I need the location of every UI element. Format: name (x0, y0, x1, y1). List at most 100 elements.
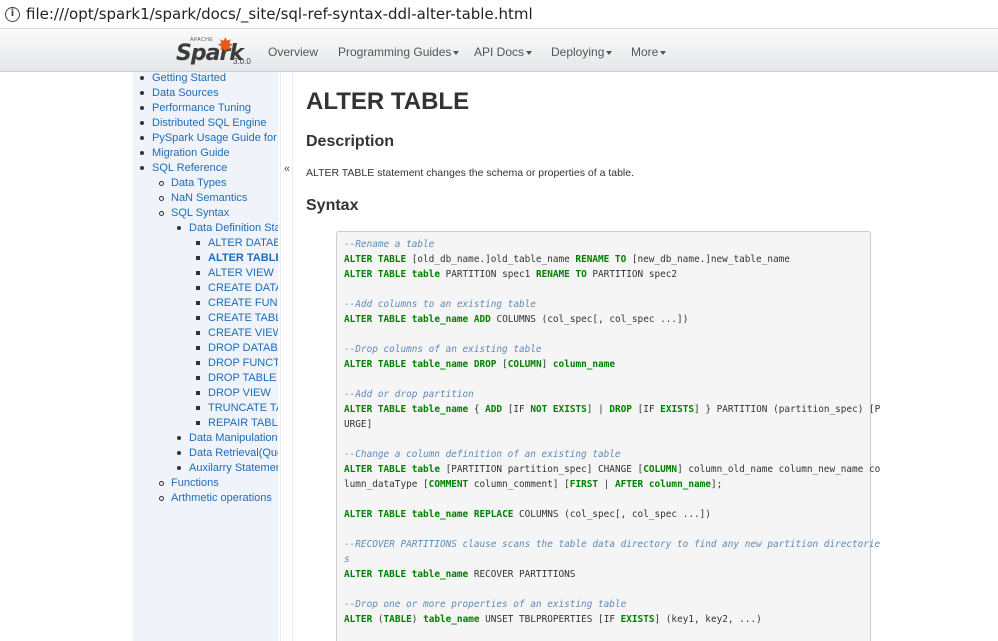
code-keyword: table (411, 464, 440, 475)
sidebar-item[interactable]: DROP TABLE (195, 372, 276, 384)
code-text: [PARTITION partition_spec] CHANGE [ (439, 464, 644, 475)
code-comment: --Change a column definition of an exist… (344, 449, 621, 460)
nav-overview-label: Overview (268, 45, 319, 59)
sidebar-item[interactable]: CREATE FUNC (195, 297, 278, 309)
code-text: PARTITION spec1 (439, 269, 536, 280)
code-line: URGE] (344, 419, 372, 430)
sidebar-item[interactable]: Auxilarry Statemer (176, 462, 278, 474)
caret-down-icon (453, 50, 460, 55)
sidebar-item[interactable]: Distributed SQL Engine (140, 117, 267, 129)
code-line: --Change a column definition of an exist… (344, 449, 621, 460)
top-navbar: APACHE Spark ✸ 3.0.0 Overview Programmin… (0, 28, 998, 72)
sidebar-item[interactable]: Data Sources (140, 87, 219, 99)
code-keyword: DROP (473, 359, 497, 370)
code-text: lumn_dataType [ (344, 479, 429, 490)
code-text: UNSET TBLPROPERTIES [IF (479, 614, 621, 625)
sidebar-item[interactable]: CREATE VIEW (196, 327, 278, 339)
spark-logo[interactable]: APACHE Spark ✸ 3.0.0 (175, 33, 257, 69)
code-text: [IF (502, 404, 531, 415)
sidebar-item[interactable]: Getting Started (140, 72, 226, 84)
code-keyword: EXISTS (552, 404, 587, 415)
nav-overview[interactable]: Overview (268, 45, 318, 59)
sidebar-item[interactable]: DROP DATABA (195, 342, 278, 354)
code-keyword: ADD (473, 314, 491, 325)
code-line: --RECOVER PARTITIONS clause scans the ta… (344, 539, 880, 550)
code-keyword: EXISTS (620, 614, 655, 625)
code-text: URGE] (344, 419, 373, 430)
code-line: s (344, 554, 350, 565)
syntax-heading: Syntax (306, 197, 359, 214)
code-text: [new_db_name.]new_table_name (626, 254, 790, 265)
sidebar-item[interactable]: Arthmetic operations (159, 492, 272, 504)
code-keyword: table_name (423, 614, 480, 625)
sidebar-item[interactable]: TRUNCATE TA (195, 402, 278, 414)
sidebar-item[interactable]: Data Retrieval(Que (176, 447, 278, 459)
code-keyword: FIRST (569, 479, 599, 490)
info-icon[interactable]: i (5, 6, 20, 22)
code-comment: s (344, 554, 350, 565)
code-text: ] | (586, 404, 610, 415)
code-text: COLUMNS (col_spec[, col_spec ...]) (490, 314, 689, 325)
sidebar-item[interactable]: Performance Tuning (139, 102, 251, 114)
code-comment: --RECOVER PARTITIONS clause scans the ta… (344, 539, 881, 550)
code-text: column_comment] [ (468, 479, 570, 490)
sidebar-item[interactable]: SQL Reference (139, 162, 227, 174)
code-keyword: NOT (530, 404, 548, 415)
code-keyword: table_name (411, 404, 469, 415)
sidebar-item[interactable]: Functions (159, 477, 219, 489)
code-line: ALTER TABLE table_name ADD COLUMNS (col_… (344, 314, 688, 325)
code-text: ( (372, 614, 384, 625)
sidebar-item[interactable]: ALTER TABLE (196, 252, 278, 264)
sidebar-item[interactable]: Migration Guide (140, 147, 230, 159)
collapse-arrow-icon[interactable]: « (284, 163, 290, 175)
sidebar-item[interactable]: REPAIR TABL (196, 417, 278, 429)
code-keyword: REPLACE (473, 509, 514, 520)
code-keyword: table_name (411, 359, 469, 370)
code-keyword: ALTER TABLE (344, 464, 407, 475)
sidebar-item[interactable]: SQL Syntax (158, 207, 229, 219)
code-keyword: ALTER TABLE (344, 509, 407, 520)
code-line: --Add columns to an existing table (344, 299, 536, 310)
sidebar-item[interactable]: Data Definition Sta (177, 222, 278, 234)
nav-api-docs[interactable]: API Docs (474, 45, 533, 59)
sidebar-item[interactable]: ALTER DATAB (196, 237, 278, 249)
spark-star-icon: ✸ (217, 35, 234, 57)
address-bar[interactable]: i file:///opt/spark1/spark/docs/_site/sq… (0, 0, 998, 28)
code-keyword: RENAME TO (535, 269, 587, 280)
sidebar-item[interactable]: ALTER VIEW (196, 267, 274, 279)
code-text: [old_db_name.]old_table_name (406, 254, 576, 265)
code-text: ) (411, 614, 424, 625)
code-keyword: column_name (552, 359, 615, 370)
code-line: ALTER TABLE table PARTITION spec1 RENAME… (344, 269, 677, 280)
code-keyword: table (411, 269, 440, 280)
code-keyword: RENAME TO (575, 254, 627, 265)
sidebar-item[interactable]: NaN Semantics (158, 192, 247, 204)
sidebar-item[interactable]: DROP VIEW (196, 387, 271, 399)
nav-more[interactable]: More (631, 45, 667, 59)
sidebar-item[interactable]: Data Types (158, 177, 226, 189)
sidebar-item[interactable]: CREATE TABL (195, 312, 278, 324)
sidebar-item[interactable]: CREATE DATA (196, 282, 278, 294)
sidebar-collapse-bar[interactable]: « (280, 72, 293, 641)
code-text: ] (541, 359, 553, 370)
code-line: ALTER TABLE [old_db_name.]old_table_name… (344, 254, 790, 265)
code-line: --Drop one or more properties of an exis… (344, 599, 626, 610)
syntax-code-block: --Rename a table ALTER TABLE [old_db_name… (336, 231, 880, 641)
code-text: ]; (710, 479, 723, 490)
code-line: --Drop columns of an existing table (344, 344, 542, 355)
nav-deploying[interactable]: Deploying (551, 45, 613, 59)
nav-more-label: More (631, 45, 659, 59)
sidebar-item[interactable]: DROP FUNCT (196, 357, 278, 369)
page-title: ALTER TABLE (306, 88, 470, 115)
nav-programming-guides[interactable]: Programming Guides (338, 45, 460, 59)
code-keyword: ADD (485, 404, 503, 415)
sidebar: Getting Started Data Sources Performance T… (133, 72, 278, 641)
code-keyword: ALTER (344, 614, 373, 625)
code-comment: --Rename a table (344, 239, 435, 250)
brand-version: 3.0.0 (233, 57, 251, 66)
url-text[interactable]: file:///opt/spark1/spark/docs/_site/sql-… (26, 5, 533, 23)
code-keyword: table_name (411, 509, 469, 520)
nav-programming-guides-label: Programming Guides (338, 45, 452, 59)
sidebar-item[interactable]: PySpark Usage Guide for I (140, 132, 278, 144)
sidebar-item[interactable]: Data Manipulation (177, 432, 278, 444)
